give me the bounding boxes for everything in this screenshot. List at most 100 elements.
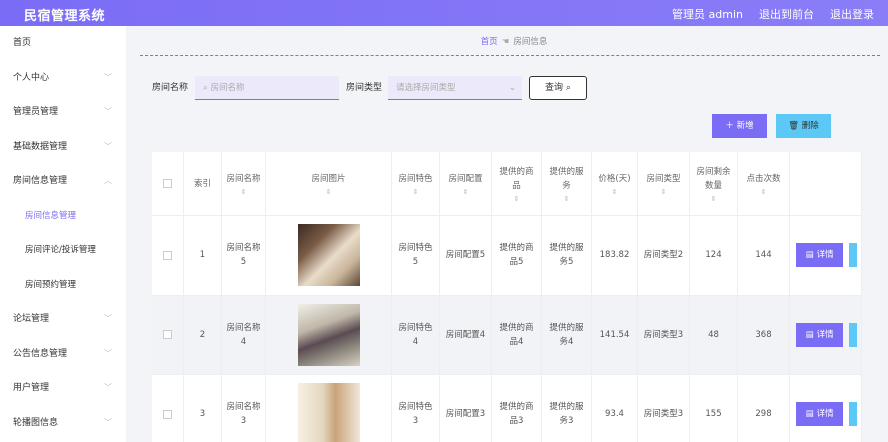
table-cell: 房间名称4 [222,295,266,375]
table-cell: 房间特色3 [392,375,440,442]
table-cell [152,375,184,442]
table-cell: 房间类型3 [638,295,690,375]
header-label: 价格(天) [598,173,631,184]
hand-icon: ☚ [501,37,510,47]
sidebar-item[interactable]: 首页 [0,31,126,55]
row-checkbox[interactable] [163,409,172,419]
detail-label: 详情 [816,250,834,261]
table-cell: 房间类型2 [638,216,690,296]
trash-icon: 🗑 [788,121,800,131]
exit-to-front-link[interactable]: 退出到前台 [759,6,814,22]
header-label: 提供的商品 [499,166,534,191]
room-type-placeholder: 请选择房间类型 [396,83,456,93]
add-button[interactable]: ＋ 新增 [712,114,767,138]
sidebar-item[interactable]: 论坛管理 ﹀ [0,307,126,331]
cell-feature: 房间特色5 [398,243,433,268]
cell-type: 房间类型2 [643,250,684,261]
sort-icon[interactable]: ⇕ [564,195,570,203]
top-header: 民宿管理系统 管理员 admin 退出到前台 退出登录 [0,0,888,26]
sort-icon[interactable]: ⇕ [514,195,520,203]
cell-name: 房间名称3 [226,402,261,427]
room-type-label: 房间类型 [346,83,383,93]
table-header-cell: 提供的服务 ⇕ [542,152,592,216]
sidebar-item[interactable]: 公告信息管理 ﹀ [0,342,126,366]
sort-icon[interactable]: ⇕ [463,188,469,196]
query-button[interactable]: 查询 ⌕ [529,76,587,100]
table-cell: 144 [738,216,790,296]
sort-icon[interactable]: ⇕ [241,188,247,196]
chevron-down-icon: ︿ [104,176,112,185]
sidebar-item[interactable]: 管理员管理 ﹀ [0,100,126,124]
sidebar-item-label: 用户管理 [13,383,50,393]
detail-button[interactable]: ▤ 详情 [796,243,844,268]
sidebar-item-label: 首页 [13,38,32,48]
sidebar-item[interactable]: 房间预约管理 [0,273,126,297]
sidebar-item[interactable]: 基础数据管理 ﹀ [0,135,126,159]
delete-button[interactable]: 🗑 删除 [776,114,831,138]
header-label: 提供的服务 [549,166,584,191]
table-cell [266,216,392,296]
breadcrumb-home[interactable]: 首页 [481,37,498,47]
room-name-input[interactable]: ⌕ 房间名称 [195,76,339,100]
table-header-cell: 索引 [184,152,222,216]
table-cell: 房间特色5 [392,216,440,296]
sidebar-item[interactable]: 房间信息管理 [0,204,126,228]
row-checkbox[interactable] [163,250,172,260]
delete-label: 删除 [801,121,819,131]
header-label: 索引 [193,178,211,189]
cell-price: 93.4 [605,409,624,420]
sidebar-item-label: 管理员管理 [13,107,59,117]
logout-link[interactable]: 退出登录 [830,6,874,22]
sidebar-item[interactable]: 个人中心 ﹀ [0,66,126,90]
detail-button[interactable]: ▤ 详情 [796,402,844,427]
table-cell: 155 [690,375,738,442]
table-cell: 房间名称5 [222,216,266,296]
sort-icon[interactable]: ⇕ [661,188,667,196]
table-cell [266,375,392,442]
cell-index: 2 [199,329,206,340]
table-cell: 房间特色4 [392,295,440,375]
cell-config: 房间配置4 [445,329,486,340]
table-cell: 1 [184,216,222,296]
edit-button[interactable] [849,322,857,347]
sort-icon[interactable]: ⇕ [711,195,717,203]
sidebar-item[interactable]: 房间信息管理 ︿ [0,169,126,193]
table-cell: 48 [690,295,738,375]
add-label: 新增 [736,121,754,131]
room-image [297,224,360,287]
select-all-checkbox[interactable] [163,179,172,188]
table-cell: 93.4 [592,375,638,442]
table-cell: 提供的商品5 [492,216,542,296]
sidebar-item[interactable]: 轮播图信息 ﹀ [0,411,126,435]
table-cell: 124 [690,216,738,296]
cell-name: 房间名称5 [226,243,261,268]
cell-goods: 提供的商品4 [499,322,534,347]
sidebar-item[interactable]: 房间评论/投诉管理 [0,238,126,262]
sort-icon[interactable]: ⇕ [612,188,618,196]
cell-type: 房间类型3 [643,409,684,420]
sort-icon[interactable]: ⇕ [413,188,419,196]
room-type-select[interactable]: 请选择房间类型 ⌄ [388,76,522,100]
room-table: 索引 房间名称 ⇕ 房间图片 ⇕ 房间特色 ⇕ 房间配置 ⇕ 提供的商品 ⇕ 提供的服务 ⇕ 价格(天) ⇕… [152,152,862,442]
table-cell: 房间配置3 [440,375,492,442]
edit-button[interactable] [849,243,857,268]
sidebar-item-label: 基础数据管理 [13,141,68,152]
sort-icon[interactable]: ⇕ [326,188,332,196]
row-checkbox[interactable] [163,330,172,340]
room-image [297,303,360,366]
sort-icon[interactable]: ⇕ [761,188,767,196]
table-cell: 房间配置4 [440,295,492,375]
cell-name: 房间名称4 [226,322,261,347]
admin-user-label: 管理员 admin [672,8,743,21]
detail-icon: ▤ [805,409,814,420]
edit-button[interactable] [849,402,857,427]
table-cell: 提供的服务4 [542,295,592,375]
detail-button[interactable]: ▤ 详情 [796,322,844,347]
cell-service: 提供的服务5 [549,243,584,268]
plus-icon: ＋ [725,121,734,131]
breadcrumb: 首页 ☚ 房间信息 [140,26,888,56]
sidebar-item-label: 公告信息管理 [13,348,68,359]
sidebar-item-label: 房间评论/投诉管理 [25,245,96,255]
cell-remaining: 155 [705,409,722,420]
sidebar-item[interactable]: 用户管理 ﹀ [0,376,126,400]
